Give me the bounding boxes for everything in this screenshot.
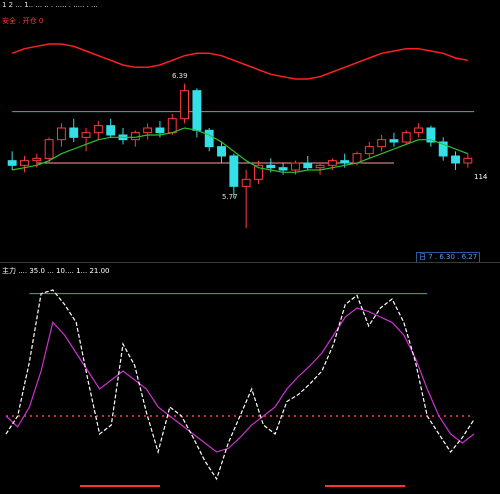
candle-body xyxy=(463,157,473,164)
candle-body xyxy=(180,90,190,120)
candle-body xyxy=(44,139,54,159)
candle-body xyxy=(241,178,251,187)
candle-body xyxy=(155,127,165,134)
candle-body xyxy=(106,125,116,136)
white-series-line xyxy=(5,289,475,481)
indicator-title: 主力 .... 35.0 ... 10.... 1... 21.00 xyxy=(2,267,110,275)
right-value-label: 114 xyxy=(474,173,488,181)
candle-body xyxy=(303,162,313,169)
candle-body xyxy=(204,129,214,148)
candle-body xyxy=(451,155,460,164)
header-row-2: 安全 . 开仓 0 xyxy=(2,17,44,25)
candle-body xyxy=(167,118,177,134)
candle-body xyxy=(327,160,337,166)
candle-body xyxy=(32,157,42,162)
header-row-1: 1 2 ... 1.. ... .. . ..... . ..... . ... xyxy=(2,1,98,9)
long-term-curve xyxy=(11,43,468,80)
candle-body xyxy=(56,127,66,141)
candle-body xyxy=(229,155,239,187)
candle-body xyxy=(377,139,387,148)
candle-body xyxy=(143,127,153,134)
candle-body xyxy=(401,132,411,143)
candle-body xyxy=(364,146,374,155)
candle-body xyxy=(192,90,202,131)
candle-body xyxy=(130,132,140,141)
candle-body xyxy=(7,160,17,166)
price-low-label: 5.77 xyxy=(222,193,238,201)
candle-body xyxy=(266,164,276,169)
chart-stage: 1 2 ... 1.. ... .. . ..... . ..... . ...… xyxy=(0,0,500,492)
panel-divider xyxy=(0,262,500,263)
price-high-label: 6.39 xyxy=(172,72,188,80)
magenta-series-line xyxy=(5,307,475,453)
candle-body xyxy=(290,162,300,171)
candle-body xyxy=(217,146,226,157)
candle-body xyxy=(315,164,325,169)
candle-body xyxy=(20,160,29,166)
indicator-panel xyxy=(5,289,475,487)
moving-average-line xyxy=(12,127,469,173)
candle-body xyxy=(340,160,350,164)
main-price-panel xyxy=(7,43,474,229)
candle-body xyxy=(81,132,91,138)
candle-body xyxy=(389,139,399,143)
candle-body xyxy=(278,167,288,171)
candle-body xyxy=(69,127,79,138)
chart-canvas xyxy=(5,43,475,487)
candle-body xyxy=(93,125,103,134)
candle-body xyxy=(414,127,424,134)
